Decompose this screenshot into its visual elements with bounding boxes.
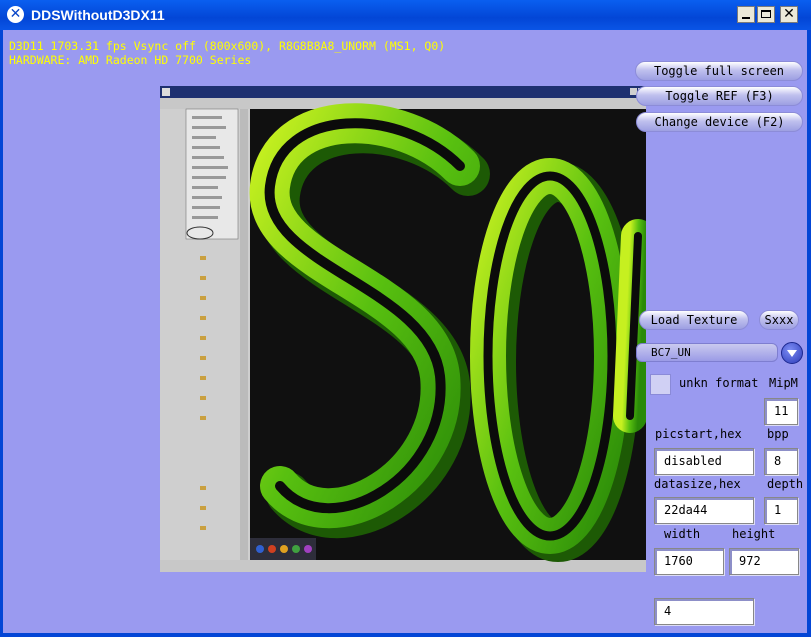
bpp-label: bpp	[767, 427, 789, 441]
device-stats: HARDWARE: AMD Radeon HD 7700 Series	[9, 53, 252, 67]
datasize-label: datasize,hex	[654, 477, 741, 491]
mipm-label: MipM	[769, 376, 798, 390]
depth-field[interactable]: 1	[764, 497, 798, 524]
frame-stats: D3D11 1703.31 fps Vsync off (800x600), R…	[9, 39, 446, 53]
picstart-field[interactable]: disabled	[654, 448, 754, 475]
load-texture-button[interactable]: Load Texture	[639, 310, 749, 330]
app-icon: ✕	[7, 6, 24, 23]
window-frame-bottom	[0, 633, 811, 637]
minimize-button[interactable]	[737, 6, 755, 23]
maximize-button[interactable]	[757, 6, 775, 23]
toggle-ref-button[interactable]: Toggle REF (F3)	[636, 86, 803, 106]
width-field[interactable]: 1760	[654, 548, 724, 575]
datasize-field[interactable]: 22da44	[654, 497, 754, 524]
window-frame-right	[807, 30, 811, 637]
format-combo[interactable]: BC7_UN	[636, 343, 778, 362]
depth-label: depth	[767, 477, 804, 491]
sxxx-button[interactable]: Sxxx	[759, 310, 799, 330]
height-field[interactable]: 972	[729, 548, 799, 575]
close-button[interactable]: ✕	[780, 6, 798, 23]
unkn-format-label: unkn format	[679, 376, 759, 390]
height-label: height	[732, 527, 776, 541]
toggle-fullscreen-button[interactable]: Toggle full screen	[635, 61, 803, 81]
picstart-label: picstart,hex	[655, 427, 742, 441]
window-frame-left	[0, 30, 3, 637]
texture-image	[160, 86, 646, 572]
close-icon: ✕	[783, 6, 795, 22]
mipm-field[interactable]: 11	[764, 398, 798, 425]
bpp-field[interactable]: 8	[764, 448, 798, 475]
width-label: width	[664, 527, 701, 541]
title-bar[interactable]: ✕ DDSWithoutD3DX11 ✕	[0, 0, 811, 30]
change-device-button[interactable]: Change device (F2)	[636, 112, 803, 132]
chevron-down-icon[interactable]	[781, 342, 803, 364]
extra-field[interactable]: 4	[654, 598, 754, 625]
window-title: DDSWithoutD3DX11	[31, 7, 165, 23]
texture-preview	[160, 86, 646, 572]
unkn-format-checkbox[interactable]	[650, 374, 671, 395]
